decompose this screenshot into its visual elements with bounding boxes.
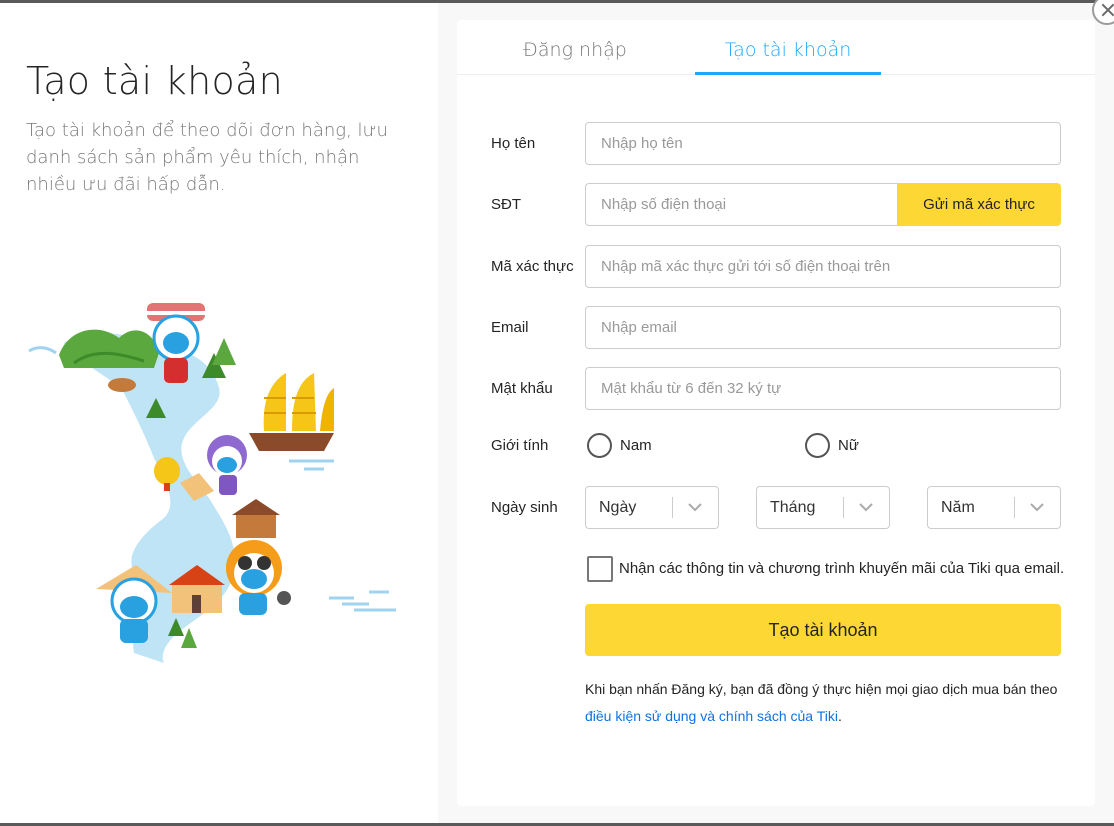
close-icon[interactable]: [1092, 0, 1114, 25]
signup-modal: Tạo tài khoản Tạo tài khoản để theo dõi …: [0, 0, 1114, 823]
radio-circle-icon: [587, 433, 612, 458]
newsletter-checkbox[interactable]: [587, 556, 613, 582]
chevron-down-icon: [859, 503, 873, 512]
password-field[interactable]: [585, 367, 1061, 410]
select-divider: [672, 497, 673, 518]
year-select-value: Năm: [941, 499, 975, 516]
birthday-year-select[interactable]: Năm: [927, 486, 1061, 529]
email-field[interactable]: [585, 306, 1061, 349]
otp-row: Mã xác thực: [491, 245, 1061, 288]
newsletter-label: Nhận các thông tin và chương trình khuyế…: [619, 560, 1065, 577]
terms-text: Khi bạn nhấn Đăng ký, bạn đã đồng ý thực…: [585, 676, 1065, 730]
birthday-row: Ngày sinh Ngày Tháng Năm: [491, 486, 1061, 529]
intro-title: Tạo tài khoản: [26, 59, 283, 103]
birthday-day-select[interactable]: Ngày: [585, 486, 719, 529]
phone-row: SĐT Gửi mã xác thực: [491, 183, 1061, 226]
otp-label: Mã xác thực: [491, 258, 574, 275]
tab-signup[interactable]: Tạo tài khoản: [695, 20, 881, 75]
chevron-down-icon: [688, 503, 702, 512]
terms-prefix: Khi bạn nhấn Đăng ký, bạn đã đồng ý thực…: [585, 681, 1058, 697]
day-select-value: Ngày: [599, 499, 637, 516]
phone-label: SĐT: [491, 196, 521, 213]
create-account-button[interactable]: Tạo tài khoản: [585, 604, 1061, 656]
gender-row: Giới tính Nam Nữ: [491, 424, 1061, 467]
password-label: Mật khẩu: [491, 380, 553, 397]
terms-suffix: .: [837, 708, 842, 724]
gender-label: Giới tính: [491, 437, 549, 454]
phone-field[interactable]: [585, 183, 897, 226]
terms-link[interactable]: điều kiện sử dụng và chính sách của Tiki: [585, 708, 838, 724]
birthday-month-select[interactable]: Tháng: [756, 486, 890, 529]
intro-panel: Tạo tài khoản Tạo tài khoản để theo dõi …: [0, 3, 438, 823]
tab-login[interactable]: Đăng nhập: [495, 20, 655, 75]
password-row: Mật khẩu: [491, 367, 1061, 410]
intro-description: Tạo tài khoản để theo dõi đơn hàng, lưu …: [26, 120, 388, 195]
name-row: Họ tên: [491, 122, 1061, 165]
name-field[interactable]: [585, 122, 1061, 165]
radio-circle-icon: [805, 433, 830, 458]
chevron-down-icon: [1030, 503, 1044, 512]
otp-field[interactable]: [585, 245, 1061, 288]
newsletter-row: Nhận các thông tin và chương trình khuyế…: [587, 556, 1067, 582]
auth-tabs: Đăng nhập Tạo tài khoản: [457, 20, 1095, 75]
month-select-value: Tháng: [770, 499, 816, 516]
vietnam-map-illustration: [28, 303, 396, 663]
select-divider: [843, 497, 844, 518]
gender-male-label: Nam: [620, 437, 652, 454]
gender-female-label: Nữ: [838, 437, 859, 454]
form-panel: Đăng nhập Tạo tài khoản Họ tên SĐT Gửi m…: [457, 20, 1095, 806]
email-row: Email: [491, 306, 1061, 349]
send-otp-button[interactable]: Gửi mã xác thực: [897, 183, 1061, 226]
birthday-label: Ngày sinh: [491, 499, 558, 516]
name-label: Họ tên: [491, 135, 536, 152]
select-divider: [1014, 497, 1015, 518]
email-label: Email: [491, 319, 529, 336]
